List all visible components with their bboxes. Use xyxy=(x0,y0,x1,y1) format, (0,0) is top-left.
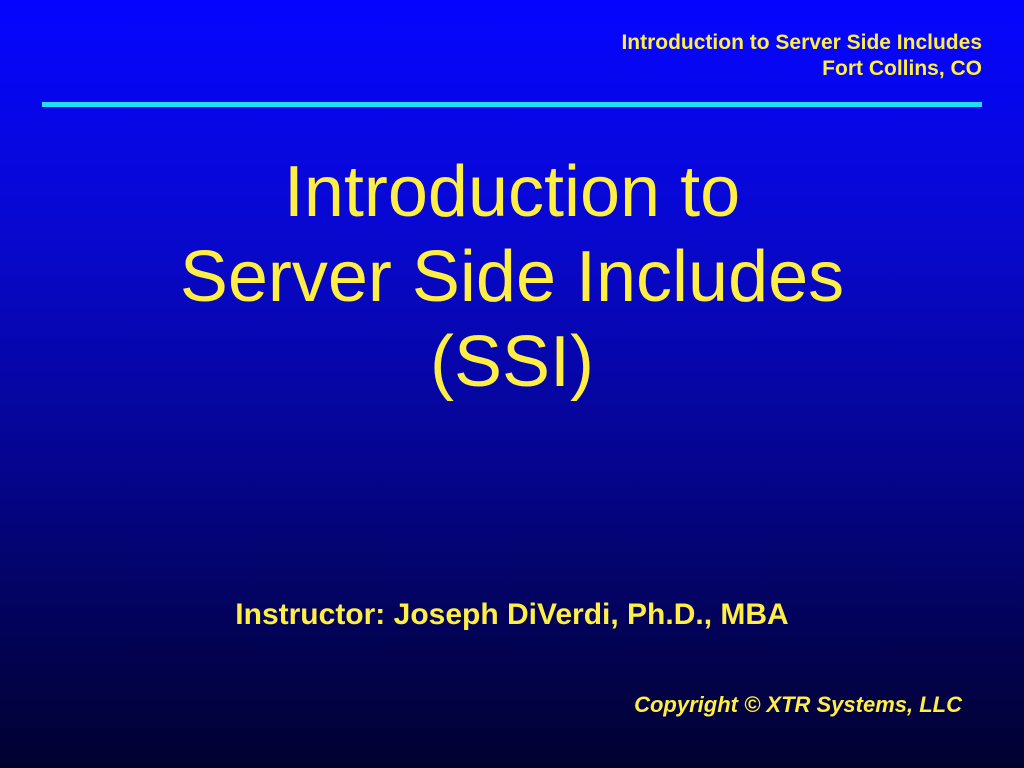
header-line-1: Introduction to Server Side Includes xyxy=(621,30,982,56)
title-line-1: Introduction to xyxy=(0,150,1024,235)
slide-title: Introduction to Server Side Includes (SS… xyxy=(0,150,1024,405)
instructor-line: Instructor: Joseph DiVerdi, Ph.D., MBA xyxy=(0,598,1024,632)
slide-header: Introduction to Server Side Includes For… xyxy=(621,30,982,83)
copyright-line: Copyright © XTR Systems, LLC xyxy=(634,692,962,718)
title-line-2: Server Side Includes xyxy=(0,235,1024,320)
divider-line xyxy=(42,102,982,107)
title-line-3: (SSI) xyxy=(0,320,1024,405)
header-line-2: Fort Collins, CO xyxy=(621,56,982,82)
